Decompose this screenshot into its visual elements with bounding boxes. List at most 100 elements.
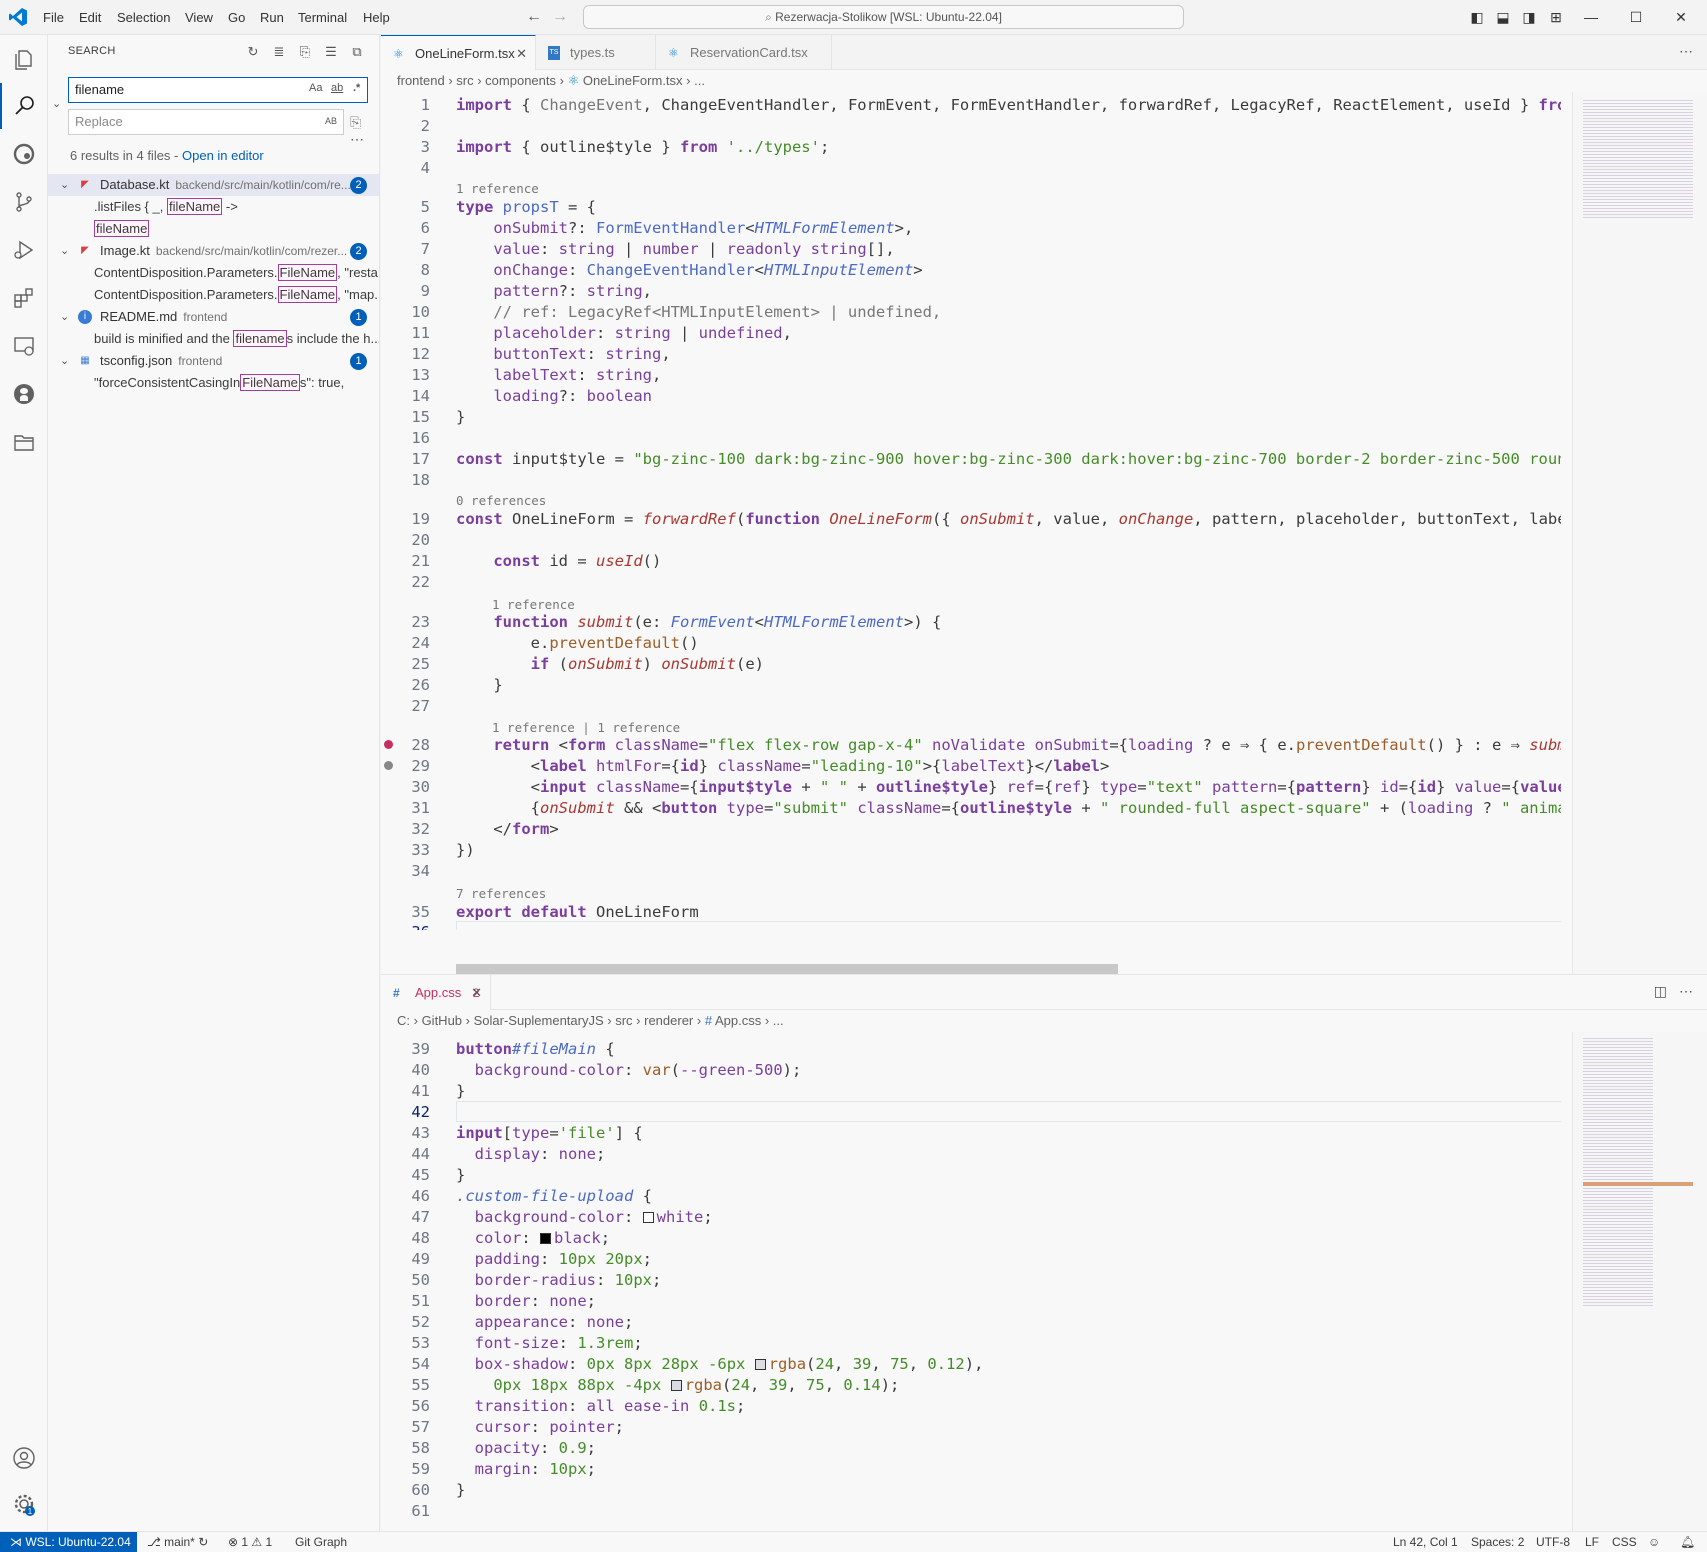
github-icon[interactable] — [0, 371, 48, 417]
match-item[interactable]: ContentDisposition.Parameters. FileName, … — [94, 284, 379, 306]
menu-go[interactable]: Go — [228, 0, 245, 35]
match-item[interactable]: .listFiles { _, fileName -> — [94, 196, 379, 218]
explorer-icon[interactable] — [0, 37, 48, 83]
replace-input[interactable]: Replace AB — [68, 109, 344, 135]
menu-terminal[interactable]: Terminal — [298, 0, 347, 35]
customize-layout-icon[interactable]: ⊞ — [1545, 7, 1567, 27]
match-item[interactable]: fileName — [94, 218, 379, 240]
refresh-icon[interactable]: ↻ — [244, 43, 262, 61]
breadcrumb-item[interactable]: OneLineForm.tsx — [583, 73, 683, 88]
search-input[interactable]: filename Aa ab .* — [68, 77, 368, 103]
branch-indicator[interactable]: ⎇ main* ↻ — [147, 1532, 208, 1552]
tab-onelineform[interactable]: ⚛ OneLineForm.tsx ✕ — [381, 35, 536, 70]
more-options-icon[interactable]: ⋯ — [350, 131, 364, 148]
color-swatch[interactable] — [540, 1233, 552, 1244]
codelens[interactable]: 7 references — [456, 886, 546, 902]
edge-devtools-icon[interactable] — [0, 131, 48, 177]
codelens[interactable]: 1 reference | 1 reference — [492, 720, 680, 736]
clear-results-icon[interactable]: ≣ — [270, 43, 288, 61]
tab-app-css[interactable]: # App.css 2 ✕ — [381, 975, 491, 1010]
back-arrow-icon[interactable]: ← — [524, 6, 544, 28]
encoding[interactable]: UTF-8 — [1536, 1532, 1570, 1552]
color-swatch[interactable] — [670, 1380, 682, 1391]
match-item[interactable]: ContentDisposition.Parameters. FileName, … — [94, 262, 379, 284]
breadcrumb-item[interactable]: frontend — [397, 73, 445, 88]
breadcrumb-item[interactable]: GitHub — [422, 1013, 462, 1028]
toggle-replace-chevron-icon[interactable]: ⌄ — [52, 97, 61, 110]
forward-arrow-icon[interactable]: → — [550, 6, 570, 28]
breadcrumb-item[interactable]: App.css — [715, 1013, 761, 1028]
more-actions-icon[interactable]: ⋯ — [1679, 983, 1693, 1000]
command-center[interactable]: ⌕ Rezerwacja-Stolikow [WSL: Ubuntu-22.04… — [583, 5, 1184, 29]
source-control-icon[interactable] — [0, 179, 48, 225]
result-file-image[interactable]: ⌄ ◤ Image.kt backend/src/main/kotlin/com/… — [48, 240, 379, 262]
view-as-tree-icon[interactable]: ☰ — [322, 43, 340, 61]
close-tab-icon[interactable]: ✕ — [516, 36, 527, 71]
result-file-readme[interactable]: ⌄ i README.md frontend 1 — [48, 306, 379, 328]
breadcrumb-item[interactable]: components — [485, 73, 556, 88]
language-mode[interactable]: CSS — [1612, 1532, 1637, 1552]
manage-gear-icon[interactable]: 1 — [0, 1481, 48, 1527]
horizontal-scrollbar[interactable] — [456, 964, 1118, 974]
codelens[interactable]: 1 reference — [492, 597, 575, 613]
git-graph-button[interactable]: Git Graph — [295, 1532, 347, 1552]
replace-all-icon[interactable]: ⎘ — [350, 114, 361, 131]
remote-indicator[interactable]: ⋊ WSL: Ubuntu-22.04 — [0, 1532, 137, 1552]
color-swatch[interactable] — [642, 1212, 654, 1223]
toggle-secondary-sidebar-icon[interactable]: ◨ — [1518, 7, 1540, 27]
new-search-editor-icon[interactable]: ⎘ — [296, 43, 314, 61]
codelens[interactable]: 1 reference — [456, 181, 539, 197]
menu-view[interactable]: View — [185, 0, 213, 35]
toggle-panel-icon[interactable]: ⬓ — [1492, 7, 1514, 27]
remote-explorer-icon[interactable] — [0, 323, 48, 369]
match-case-icon[interactable]: Aa — [309, 82, 322, 94]
search-activity-icon[interactable] — [0, 83, 48, 129]
breadcrumb-item[interactable]: C: — [397, 1013, 410, 1028]
run-debug-icon[interactable] — [0, 227, 48, 273]
accounts-icon[interactable] — [0, 1435, 48, 1481]
extensions-icon[interactable] — [0, 275, 48, 321]
breadcrumb-item[interactable]: renderer — [644, 1013, 693, 1028]
use-regex-icon[interactable]: .* — [353, 82, 360, 94]
breadcrumb-item[interactable]: Solar-SuplementaryJS — [474, 1013, 604, 1028]
breadcrumb-item[interactable]: ... — [773, 1013, 784, 1028]
menu-selection[interactable]: Selection — [117, 0, 170, 35]
problems-indicator[interactable]: ⊗ 1 ⚠ 1 — [228, 1532, 272, 1552]
collapse-all-icon[interactable]: ⧉ — [348, 43, 366, 61]
open-in-editor-link[interactable]: Open in editor — [182, 148, 264, 163]
maximize-icon[interactable]: ☐ — [1625, 7, 1647, 27]
feedback-icon[interactable]: ☺ — [1648, 1532, 1660, 1552]
code-editor-top[interactable]: 1 import { ChangeEvent, ChangeEventHandle… — [381, 92, 1561, 930]
code-editor-bottom[interactable]: 39 button#fileMain { 40 background-color:… — [381, 1032, 1561, 1532]
close-window-icon[interactable]: ✕ — [1670, 7, 1692, 27]
minimap[interactable] — [1572, 1032, 1707, 1532]
tab-reservationcard[interactable]: ⚛ ReservationCard.tsx — [656, 35, 832, 70]
result-file-database[interactable]: ⌄ ◤ Database.kt backend/src/main/kotlin/c… — [48, 174, 379, 196]
split-editor-icon[interactable]: ◫ — [1654, 983, 1667, 1000]
breadcrumb-item[interactable]: ... — [694, 73, 705, 88]
minimize-icon[interactable]: — — [1580, 7, 1602, 27]
codelens[interactable]: 0 references — [456, 493, 546, 509]
more-actions-icon[interactable]: ⋯ — [1679, 43, 1693, 60]
indentation[interactable]: Spaces: 2 — [1471, 1532, 1524, 1552]
match-item[interactable]: build is minified and the filename s incl… — [94, 328, 379, 350]
menu-help[interactable]: Help — [363, 0, 390, 35]
match-item[interactable]: "forceConsistentCasingIn FileName s": true… — [94, 372, 379, 394]
notifications-bell-icon[interactable]: 🔔︎ — [1680, 1532, 1695, 1552]
preserve-case-icon[interactable]: AB — [325, 116, 337, 126]
cursor-position[interactable]: Ln 42, Col 1 — [1393, 1532, 1458, 1552]
menu-edit[interactable]: Edit — [79, 0, 101, 35]
tab-types[interactable]: TS types.ts — [536, 35, 656, 70]
project-manager-icon[interactable] — [0, 419, 48, 465]
color-swatch[interactable] — [754, 1359, 766, 1370]
breadcrumb-item[interactable]: src — [456, 73, 473, 88]
minimap[interactable] — [1572, 92, 1707, 974]
match-whole-word-icon[interactable]: ab — [331, 82, 343, 94]
menu-file[interactable]: File — [43, 0, 64, 35]
close-tab-icon[interactable]: ✕ — [471, 975, 482, 1010]
menu-run[interactable]: Run — [260, 0, 284, 35]
end-of-line[interactable]: LF — [1585, 1532, 1599, 1552]
breadcrumb-item[interactable]: src — [615, 1013, 632, 1028]
toggle-primary-sidebar-icon[interactable]: ◧ — [1466, 7, 1488, 27]
result-file-tsconfig[interactable]: ⌄ ▦ tsconfig.json frontend 1 — [48, 350, 379, 372]
